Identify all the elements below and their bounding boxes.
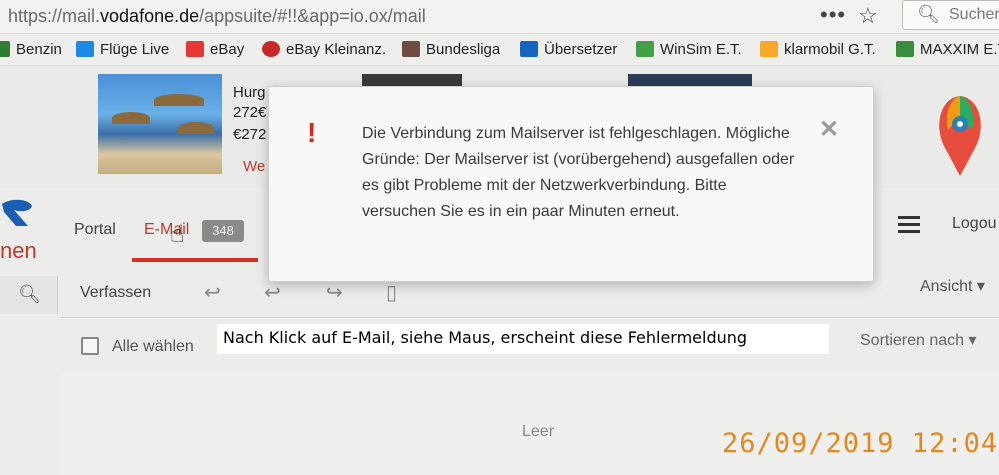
logout-link[interactable]: Logou	[952, 215, 997, 233]
hand-cursor-icon: ☝︎	[170, 221, 185, 248]
bookmark-label: Übersetzer	[544, 41, 618, 58]
umbrella-shape	[178, 122, 214, 134]
sort-dropdown[interactable]: Sortieren nach ▾	[860, 330, 977, 350]
sidebar-search-button[interactable]: 🔍︎	[0, 276, 58, 314]
brand-logo-icon	[2, 199, 32, 226]
maxxim-icon	[896, 41, 914, 57]
unread-count-badge: 348	[202, 220, 244, 242]
compose-button[interactable]: Verfassen	[80, 284, 151, 302]
ad-price: 272€	[233, 104, 267, 121]
bookmark-fluege-live[interactable]: Flüge Live	[76, 41, 169, 58]
ad-price-alt: €272	[233, 126, 267, 143]
reply-all-icon[interactable]: ↩	[264, 280, 281, 305]
error-message: Die Verbindung zum Mailserver ist fehlge…	[362, 125, 795, 220]
bookmark-label: Flüge Live	[100, 41, 170, 58]
bookmark-bundesliga[interactable]: Bundesliga	[402, 41, 500, 58]
bookmark-klarmobil[interactable]: klarmobil G.T.	[760, 41, 876, 58]
select-all-label[interactable]: Alle wählen	[112, 338, 194, 356]
bookmark-label: MAXXIM E.T.	[920, 41, 999, 58]
annotation-caption: Nach Klick auf E-Mail, siehe Maus, ersch…	[217, 324, 829, 354]
bookmark-ebay[interactable]: eBay	[186, 41, 244, 58]
search-icon: 🔍︎	[917, 4, 940, 24]
close-icon[interactable]: ✕	[819, 115, 839, 144]
browser-search-box[interactable]: 🔍︎ Sucher	[902, 0, 999, 30]
bookmark-maxxim[interactable]: MAXXIM E.T.	[896, 41, 999, 58]
bookmark-benzin[interactable]: Benzin	[0, 41, 62, 58]
empty-list-text: Leer	[522, 423, 555, 440]
bookmark-winsim[interactable]: WinSim E.T.	[636, 41, 742, 58]
umbrella-shape	[154, 94, 204, 106]
bookmark-label: WinSim E.T.	[660, 41, 742, 58]
bookmark-label: eBay Kleinanz.	[286, 41, 387, 58]
delete-icon[interactable]: ▯	[386, 280, 397, 305]
beach-ad-image[interactable]	[98, 74, 222, 174]
reply-icon[interactable]: ↩	[204, 280, 221, 305]
active-tab-indicator	[132, 258, 258, 262]
translate-icon	[520, 41, 538, 57]
shopping-bag-icon	[186, 41, 204, 57]
bookmark-label: eBay	[210, 41, 245, 58]
url-prefix: https://mail.	[8, 6, 101, 26]
brand-text: nen	[0, 238, 37, 263]
select-all-checkbox[interactable]	[81, 337, 99, 355]
search-icon: 🔍︎	[18, 284, 41, 304]
url-suffix: /appsuite/#!!&app=io.ox/mail	[199, 6, 426, 26]
search-placeholder: Sucher	[949, 6, 999, 23]
tab-portal[interactable]: Portal	[74, 221, 116, 239]
bookmark-ebay-kleinanzeigen[interactable]: eBay Kleinanz.	[262, 41, 386, 58]
fuel-icon	[0, 41, 10, 57]
bookmark-label: Bundesliga	[426, 41, 501, 58]
bookmark-label: Benzin	[16, 41, 62, 58]
bookmarks-bar: Benzin Flüge Live eBay eBay Kleinanz. Bu…	[0, 34, 999, 66]
stadium-icon	[402, 41, 420, 57]
view-dropdown[interactable]: Ansicht ▾	[920, 276, 985, 296]
address-bar[interactable]: https://mail.vodafone.de/appsuite/#!!&ap…	[0, 0, 999, 34]
ad-link[interactable]: We	[243, 158, 265, 175]
url-domain: vodafone.de	[100, 6, 200, 26]
bookmark-uebersetzer[interactable]: Übersetzer	[520, 41, 617, 58]
url-text[interactable]: https://mail.vodafone.de/appsuite/#!!&ap…	[8, 6, 426, 27]
umbrella-shape	[112, 112, 150, 124]
plane-icon	[76, 41, 94, 57]
ad-title[interactable]: Hurg	[233, 84, 266, 101]
parrot-logo-icon	[939, 96, 981, 176]
kleinanzeigen-icon	[262, 41, 280, 57]
error-dialog: ! Die Verbindung zum Mailserver ist fehl…	[268, 86, 874, 282]
klarmobil-icon	[760, 41, 778, 57]
winsim-icon	[636, 41, 654, 57]
error-exclamation-icon: !	[307, 117, 317, 148]
page-actions-menu-icon[interactable]: •••	[820, 2, 846, 28]
bookmark-star-icon[interactable]: ☆	[858, 3, 878, 29]
forward-icon[interactable]: ↪	[326, 280, 343, 305]
camera-timestamp: 26/09/2019 12:04	[722, 428, 999, 459]
hamburger-menu-icon[interactable]	[898, 216, 920, 234]
bookmark-label: klarmobil G.T.	[784, 41, 876, 58]
